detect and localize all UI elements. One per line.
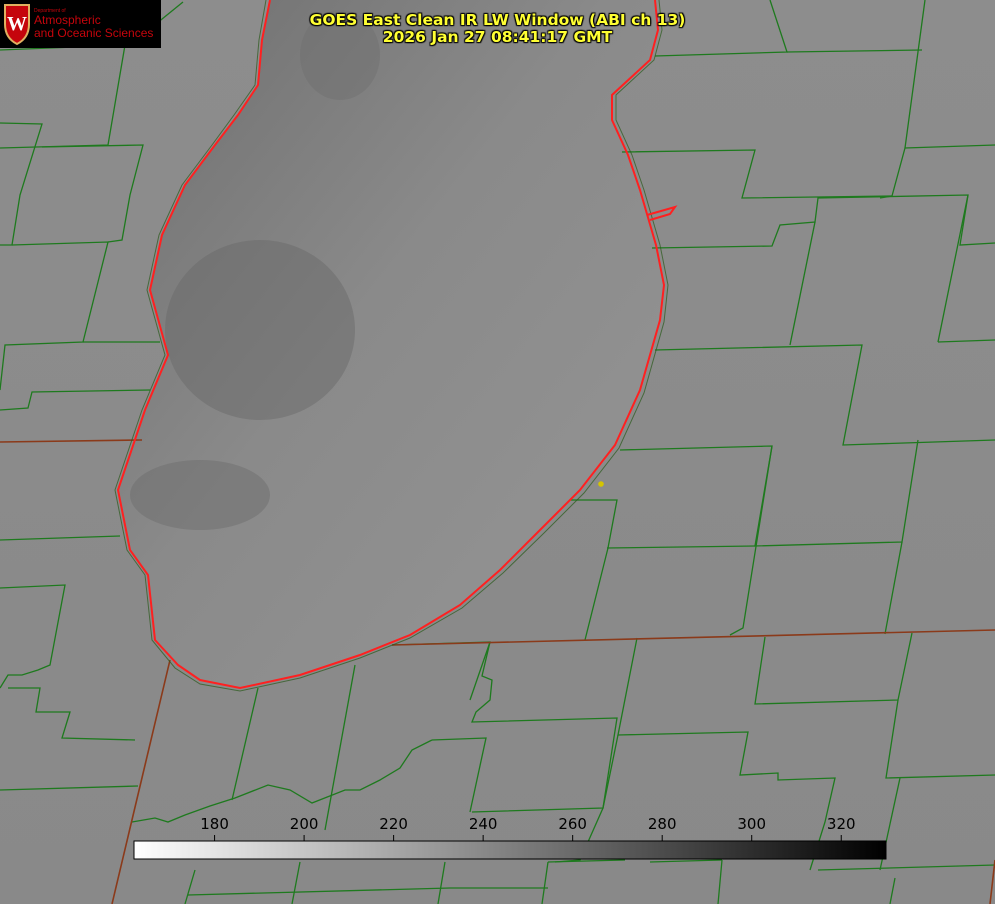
colorbar-tick-label: 240 — [468, 815, 498, 833]
colorbar-tick-label: 320 — [826, 815, 856, 833]
colorbar-tick-label: 200 — [289, 815, 319, 833]
colorbar-tick-label: 220 — [379, 815, 408, 833]
colorbar-tick-label: 280 — [647, 815, 677, 833]
image-title: GOES East Clean IR LW Window (ABI ch 13)… — [0, 12, 995, 46]
cloud-patch — [130, 460, 270, 530]
title-product: GOES East Clean IR LW Window (ABI ch 13) — [309, 11, 686, 29]
colorbar-tick-label: 260 — [558, 815, 587, 833]
cloud-patch — [165, 240, 355, 420]
title-timestamp: 2026 Jan 27 08:41:17 GMT — [382, 28, 613, 46]
satellite-map — [0, 0, 995, 904]
city-marker — [598, 481, 604, 487]
colorbar-tick-label: 180 — [200, 815, 229, 833]
colorbar-gradient — [133, 840, 887, 860]
colorbar-tick-label: 300 — [737, 815, 767, 833]
